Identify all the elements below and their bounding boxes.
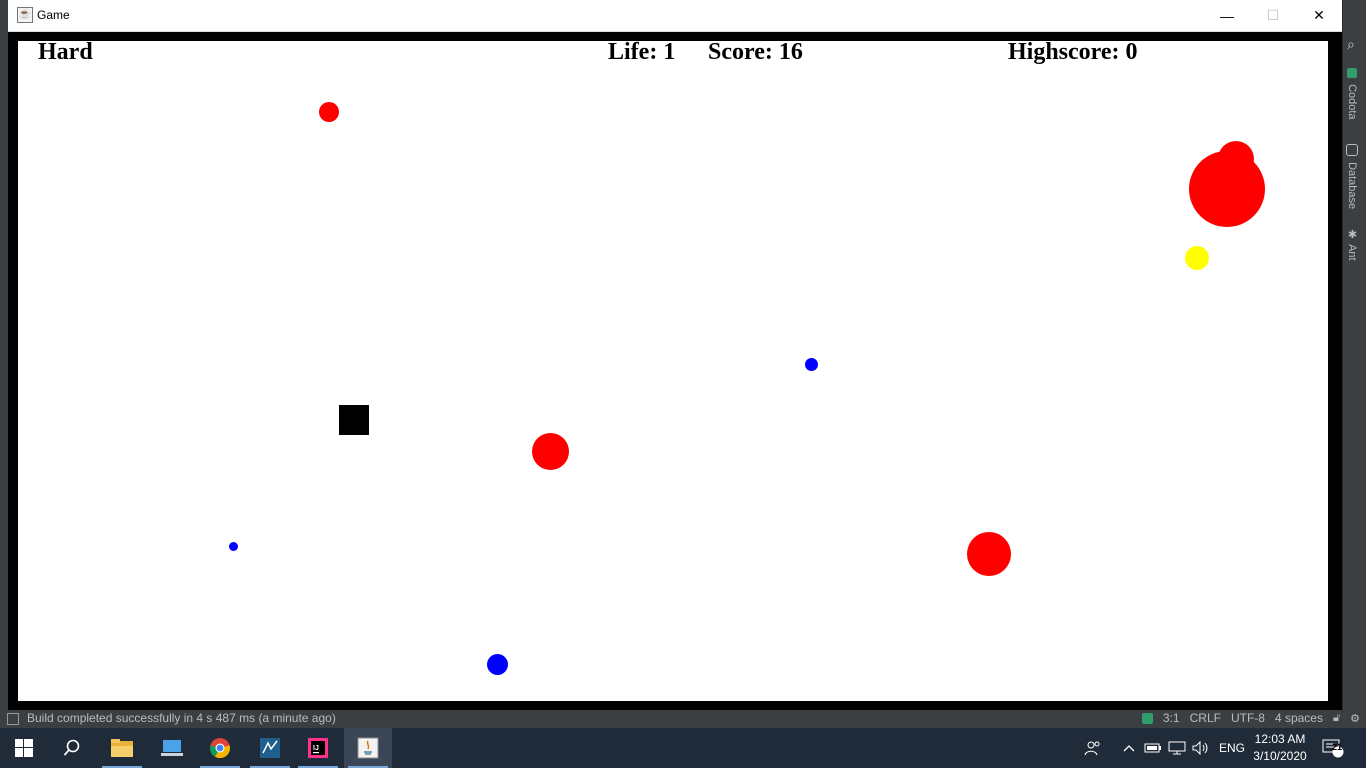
indent-setting[interactable]: 4 spaces — [1275, 711, 1323, 725]
java-icon: ☕ — [17, 7, 33, 23]
codota-icon — [1347, 68, 1357, 78]
ide-tool-strip: ⌕ Codota Database ✱ Ant — [1342, 0, 1366, 710]
bonus-ball — [1185, 246, 1209, 270]
tool-ant[interactable]: ✱ Ant — [1346, 228, 1359, 261]
friendly-ball — [229, 542, 238, 551]
chevron-up-icon[interactable] — [1122, 728, 1136, 768]
life-label: Life: 1 — [608, 41, 676, 65]
clock-time: 12:03 AM — [1254, 732, 1306, 746]
line-separator[interactable]: CRLF — [1190, 711, 1221, 725]
tool-codota-label: Codota — [1346, 84, 1358, 120]
tool-database[interactable]: Database — [1346, 144, 1358, 209]
tool-codota[interactable]: Codota — [1346, 68, 1358, 120]
file-explorer-icon[interactable] — [98, 728, 146, 768]
ide-status-bar: Build completed successfully in 4 s 487 … — [0, 710, 1366, 728]
file-encoding[interactable]: UTF-8 — [1231, 711, 1265, 725]
people-icon[interactable] — [1084, 728, 1102, 768]
taskbar: IJ ENG 12:03 AM 3/10/2020 21 — [0, 728, 1366, 768]
notification-center-icon[interactable]: 21 — [1322, 728, 1344, 768]
terminal-icon[interactable] — [1141, 712, 1153, 724]
cursor-position[interactable]: 3:1 — [1163, 711, 1180, 725]
volume-icon[interactable] — [1192, 728, 1210, 768]
close-button[interactable]: ✕ — [1296, 0, 1342, 31]
window-title: Game — [37, 8, 70, 22]
clock-date: 3/10/2020 — [1253, 749, 1307, 763]
maximize-button[interactable]: ☐ — [1250, 0, 1296, 31]
enemy-ball — [1189, 151, 1265, 227]
build-status-message: Build completed successfully in 4 s 487 … — [27, 711, 336, 725]
search-icon[interactable]: ⌕ — [1347, 36, 1355, 53]
language-indicator[interactable]: ENG — [1219, 728, 1245, 768]
enemy-ball — [319, 102, 339, 122]
chrome-icon[interactable] — [196, 728, 244, 768]
memory-icon[interactable]: ⚙ — [1350, 712, 1360, 725]
friendly-ball — [805, 358, 818, 371]
difficulty-label: Hard — [38, 41, 93, 65]
network-icon[interactable] — [1168, 728, 1186, 768]
game-canvas[interactable]: Hard Life: 1 Score: 16 Highscore: 0 — [18, 41, 1328, 701]
svg-text:IJ: IJ — [313, 745, 319, 752]
notification-count: 21 — [1332, 742, 1343, 752]
game-window: ☕ Game — ☐ ✕ Hard Life: 1 Score: 16 High… — [8, 0, 1342, 712]
java-icon[interactable] — [344, 728, 392, 768]
lock-icon[interactable]: 🔓︎ — [1333, 712, 1340, 725]
database-icon — [1346, 144, 1358, 156]
intellij-icon[interactable]: IJ — [294, 728, 342, 768]
score-label: Score: 16 — [708, 41, 803, 65]
enemy-ball — [532, 433, 569, 470]
tool-ant-label: Ant — [1346, 244, 1358, 261]
search-icon[interactable] — [48, 728, 96, 768]
minimize-button[interactable]: — — [1204, 0, 1250, 31]
battery-icon[interactable] — [1144, 728, 1162, 768]
title-bar[interactable]: ☕ Game — ☐ ✕ — [8, 0, 1342, 32]
start-icon[interactable] — [0, 728, 48, 768]
tool-database-label: Database — [1346, 162, 1358, 210]
clock[interactable]: 12:03 AM 3/10/2020 — [1248, 731, 1312, 765]
enemy-ball — [967, 532, 1011, 576]
computer-icon[interactable] — [148, 728, 196, 768]
highscore-label: Highscore: 0 — [1008, 41, 1138, 65]
ant-icon: ✱ — [1346, 228, 1358, 241]
workbench-icon[interactable] — [246, 728, 294, 768]
ide-left-strip — [0, 30, 8, 710]
player-square[interactable] — [339, 405, 369, 435]
toggle-panel-icon[interactable] — [7, 713, 19, 725]
friendly-ball — [487, 654, 508, 675]
